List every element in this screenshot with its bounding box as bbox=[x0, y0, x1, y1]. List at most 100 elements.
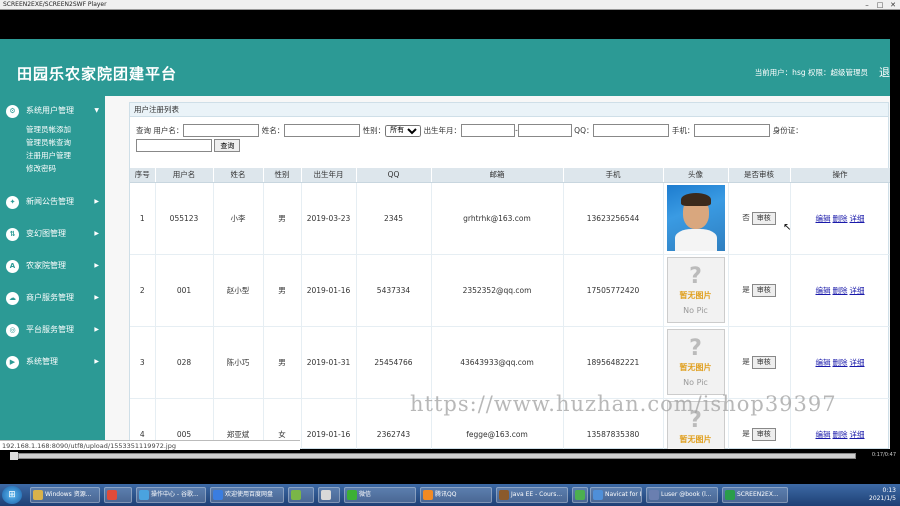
taskbar-item[interactable]: 微信 bbox=[344, 487, 416, 503]
sidebar-item-platform-service[interactable]: ◎ 平台服务管理 ▶ bbox=[0, 321, 105, 339]
cell-avatar bbox=[663, 182, 729, 255]
chevron-right-icon: ▶ bbox=[94, 358, 99, 365]
taskbar-item[interactable] bbox=[572, 487, 588, 503]
col-header-gender: 性别 bbox=[263, 168, 302, 183]
sidebar-item-slideshow[interactable]: ⇅ 变幻图管理 ▶ bbox=[0, 225, 105, 243]
taskbar-item-label: 腾讯QQ bbox=[435, 491, 457, 498]
app-icon bbox=[649, 490, 659, 500]
taskbar-item[interactable]: 欢迎使用百度网盘 bbox=[210, 487, 284, 503]
sidebar-item-merchant-service[interactable]: ☁ 商户服务管理 ▶ bbox=[0, 289, 105, 307]
taskbar-item[interactable] bbox=[104, 487, 132, 503]
audited-status: 是 bbox=[742, 284, 750, 294]
col-header-no: 序号 bbox=[130, 168, 156, 183]
seek-handle[interactable] bbox=[10, 452, 18, 460]
app-icon bbox=[575, 490, 585, 500]
delete-link[interactable]: 删除 bbox=[833, 214, 848, 223]
edit-link[interactable]: 编辑 bbox=[816, 358, 831, 367]
query-button[interactable]: 查询 bbox=[214, 139, 241, 152]
qq-input[interactable] bbox=[593, 124, 670, 137]
clock-date: 2021/1/5 bbox=[869, 495, 896, 502]
taskbar-item-label: Navicat for My... bbox=[605, 491, 641, 498]
birth-start-input[interactable] bbox=[461, 124, 516, 137]
detail-link[interactable]: 详细 bbox=[850, 214, 865, 223]
audit-button[interactable]: 审核 bbox=[751, 355, 776, 369]
sidebar-item-system[interactable]: ▶ 系统管理 ▶ bbox=[0, 353, 105, 371]
sidebar-item-label: 商户服务管理 bbox=[26, 293, 74, 302]
close-icon[interactable]: ✕ bbox=[888, 1, 898, 9]
audit-button[interactable]: 审核 bbox=[751, 427, 776, 441]
edit-link[interactable]: 编辑 bbox=[816, 214, 831, 223]
sidebar-item-label: 新闻公告管理 bbox=[26, 197, 74, 206]
nopic-label-en: No Pic bbox=[683, 378, 708, 387]
sidebar-item-system-user[interactable]: ⚙ 系统用户管理 ▼ bbox=[0, 102, 105, 120]
app-icon bbox=[291, 490, 301, 500]
minimize-icon[interactable]: – bbox=[862, 1, 872, 9]
submenu-admin-add[interactable]: 管理员帐添加 bbox=[26, 123, 71, 136]
chevron-down-icon: ▼ bbox=[94, 107, 99, 114]
delete-link[interactable]: 删除 bbox=[833, 358, 848, 367]
detail-link[interactable]: 详细 bbox=[850, 358, 865, 367]
avatar-photo[interactable] bbox=[666, 185, 725, 251]
app-icon bbox=[213, 490, 223, 500]
cell-name: 陈小巧 bbox=[213, 326, 264, 399]
detail-link[interactable]: 详细 bbox=[850, 430, 865, 439]
taskbar-item[interactable] bbox=[288, 487, 314, 503]
edit-link[interactable]: 编辑 bbox=[816, 430, 831, 439]
delete-link[interactable]: 删除 bbox=[833, 286, 848, 295]
cell-qq: 5437334 bbox=[356, 254, 432, 327]
avatar-placeholder[interactable]: ?暂无图片No Pic bbox=[666, 329, 725, 395]
sidebar-item-farmhouse[interactable]: A 农家院管理 ▶ bbox=[0, 257, 105, 275]
cell-username: 028 bbox=[155, 326, 214, 399]
seek-bar[interactable] bbox=[18, 453, 856, 459]
chevron-right-icon: ▶ bbox=[94, 294, 99, 301]
birth-label: 出生年月： bbox=[423, 126, 462, 135]
taskbar-item[interactable]: SCREEN2EX... bbox=[722, 487, 788, 503]
name-input[interactable] bbox=[284, 124, 361, 137]
nopic-label-en: No Pic bbox=[683, 306, 708, 315]
taskbar-item[interactable]: Windows 资源... bbox=[30, 487, 100, 503]
window-title: SCREEN2EXE/SCREEN2SWF Player bbox=[3, 1, 107, 8]
chevron-right-icon: ▶ bbox=[94, 326, 99, 333]
delete-link[interactable]: 删除 bbox=[833, 430, 848, 439]
taskbar-item-label: Luser @book (l... bbox=[661, 491, 712, 498]
birth-end-input[interactable] bbox=[517, 124, 572, 137]
table-row: 2 001 赵小型 男 2019-01-16 5437334 2352352@q… bbox=[130, 254, 890, 327]
app-icon: A bbox=[6, 260, 19, 273]
cell-no: 3 bbox=[130, 326, 156, 399]
col-header-birth: 出生年月 bbox=[301, 168, 357, 183]
table-header-row: 序号 用户名 姓名 性别 出生年月 QQ 邮箱 手机 头像 是否审核 操作 bbox=[130, 168, 890, 183]
sidebar-item-news[interactable]: ✦ 新闻公告管理 ▶ bbox=[0, 193, 105, 211]
avatar-placeholder[interactable]: ?暂无图片No Pic bbox=[666, 257, 725, 323]
taskbar-item[interactable] bbox=[318, 487, 340, 503]
username-input[interactable] bbox=[183, 124, 260, 137]
cell-name: 小李 bbox=[213, 182, 264, 255]
detail-link[interactable]: 详细 bbox=[850, 286, 865, 295]
app-icon bbox=[107, 490, 117, 500]
submenu-registered-users[interactable]: 注册用户管理 bbox=[26, 149, 71, 162]
submenu-admin-query[interactable]: 管理员帐查询 bbox=[26, 136, 71, 149]
col-header-email: 邮箱 bbox=[431, 168, 564, 183]
logout-link[interactable]: 退 bbox=[879, 64, 890, 80]
search-form: 查询 用户名： 姓名： 性别： 所有 出生年月： - QQ： 手机： 身份证： 查询 bbox=[136, 124, 886, 152]
submenu-change-password[interactable]: 修改密码 bbox=[26, 162, 56, 175]
maximize-icon[interactable]: □ bbox=[875, 1, 885, 9]
audit-button[interactable]: 审核 bbox=[751, 211, 776, 225]
taskbar-item-label: SCREEN2EX... bbox=[737, 491, 779, 498]
idcard-input[interactable] bbox=[136, 139, 212, 152]
taskbar-item[interactable]: Navicat for My... bbox=[590, 487, 642, 503]
taskbar-item[interactable]: 腾讯QQ bbox=[420, 487, 492, 503]
phone-input[interactable] bbox=[694, 124, 771, 137]
start-button[interactable]: ⊞ bbox=[2, 486, 22, 504]
sidebar-item-label: 农家院管理 bbox=[26, 261, 66, 270]
gender-select[interactable]: 所有 bbox=[385, 124, 422, 137]
cell-audited: 是审核 bbox=[728, 326, 791, 399]
app-icon bbox=[593, 490, 603, 500]
audit-button[interactable]: 审核 bbox=[751, 283, 776, 297]
taskbar-item[interactable]: Java EE - Cours... bbox=[496, 487, 568, 503]
taskbar-item-label: 微信 bbox=[359, 491, 372, 498]
app-icon bbox=[321, 490, 331, 500]
edit-link[interactable]: 编辑 bbox=[816, 286, 831, 295]
taskbar-item[interactable]: 操作中心 - 谷歌... bbox=[136, 487, 206, 503]
app-header: 田园乐农家院团建平台 当前用户：hsg 权限：超级管理员 退 bbox=[0, 39, 890, 96]
taskbar-item[interactable]: Luser @book (l... bbox=[646, 487, 718, 503]
